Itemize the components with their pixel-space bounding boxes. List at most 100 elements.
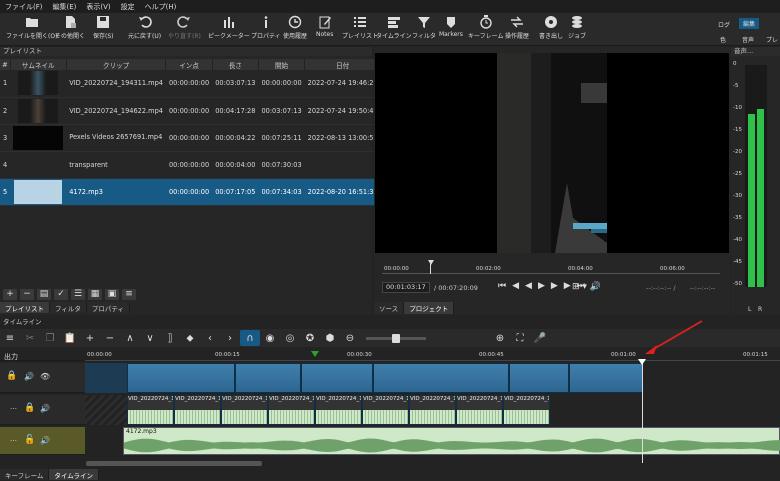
zoom-fit-icon[interactable]: ⛶: [510, 330, 530, 346]
list-view-icon[interactable]: ☰: [71, 288, 85, 300]
track-header-v1[interactable]: … 🔒 🔊: [0, 395, 85, 425]
timeline-clip[interactable]: [509, 363, 569, 393]
timeline-clip[interactable]: [127, 363, 235, 393]
open-other-button[interactable]: その他開く: [55, 15, 85, 45]
layout-log[interactable]: ログ: [718, 20, 730, 29]
mute-icon[interactable]: 🔊: [24, 372, 34, 381]
record-audio-icon[interactable]: 🎤: [530, 330, 550, 346]
open-file-button[interactable]: ファイルを開く(O): [6, 15, 57, 45]
timeline-clip[interactable]: VID_20220724_194: [315, 395, 362, 425]
timeline-clip[interactable]: VID_20220724_194: [409, 395, 456, 425]
tab-source[interactable]: ソース: [374, 302, 405, 314]
history-button[interactable]: 使用履歴: [283, 15, 307, 45]
viewer-playhead[interactable]: [428, 260, 434, 265]
video-preview[interactable]: [375, 53, 729, 253]
cut-icon[interactable]: ✂: [20, 330, 40, 346]
jobs-button[interactable]: ジョブ: [568, 15, 586, 45]
markers-button[interactable]: Markers: [439, 15, 463, 45]
timeline-clip[interactable]: VID_20220724_1943: [268, 395, 315, 425]
col-in[interactable]: イン点: [165, 59, 213, 70]
col-number[interactable]: #: [0, 59, 11, 70]
timeline-playhead[interactable]: [642, 361, 643, 463]
col-start[interactable]: 開始: [258, 59, 306, 70]
split-icon[interactable]: ⟧: [160, 330, 180, 346]
tab-project[interactable]: プロジェクト: [404, 302, 455, 314]
audio-clip[interactable]: 4172.mp3: [123, 427, 780, 455]
zoom-out-icon[interactable]: ⊖: [340, 330, 360, 346]
mute-icon[interactable]: 🔊: [40, 404, 50, 413]
mute-icon[interactable]: 🔊: [40, 436, 50, 445]
tab-playlist[interactable]: プレイリスト: [0, 302, 50, 313]
scrub-icon[interactable]: ◉: [260, 330, 280, 346]
eye-icon[interactable]: 👁: [40, 372, 50, 381]
timeline-clip[interactable]: [301, 363, 373, 393]
track-header-a1[interactable]: … 🔓 🔊: [0, 427, 85, 455]
col-date[interactable]: 日付: [304, 59, 382, 70]
peak-meter-button[interactable]: ピークメーター: [208, 15, 250, 45]
layout-audio[interactable]: 音声: [742, 35, 754, 44]
horizontal-scrollbar[interactable]: [86, 461, 262, 466]
grid-view-icon[interactable]: ▦: [88, 288, 102, 300]
snap-icon[interactable]: ∩: [240, 330, 260, 346]
timeline-clip[interactable]: VID_20220724_1943: [503, 395, 550, 425]
tab-filters[interactable]: フィルタ: [50, 302, 87, 313]
timeline-clip[interactable]: VID_20220724_194: [362, 395, 409, 425]
viewer-ruler[interactable]: 00:00:00 00:02:00 00:04:00 00:06:00: [382, 260, 720, 274]
timeline-clip[interactable]: VID_20220724_1943: [221, 395, 268, 425]
menu-help[interactable]: ヘルプ(H): [140, 2, 182, 12]
table-row[interactable]: 4 transparent 00:00:00:00 00:00:04:00 00…: [0, 151, 381, 179]
table-row-selected[interactable]: 5 4172.mp3 00:00:00:00 00:07:17:05 00:07…: [0, 178, 381, 206]
tiles-view-icon[interactable]: ▣: [105, 288, 119, 300]
lock-icon[interactable]: 🔒: [6, 371, 17, 381]
layout-edit[interactable]: 編集: [739, 18, 760, 29]
check-icon[interactable]: ✓: [54, 288, 68, 300]
col-duration[interactable]: 長さ: [212, 59, 259, 70]
in-point-field[interactable]: --:--:--:-- /: [646, 284, 676, 292]
properties-button[interactable]: プロパティ: [251, 15, 281, 45]
timeline-clip[interactable]: VID_20220724_194: [174, 395, 221, 425]
timeline-clip[interactable]: [569, 363, 643, 393]
tab-properties[interactable]: プロパティ: [86, 302, 130, 313]
lock-icon[interactable]: 🔒: [24, 403, 35, 413]
ripple-icon[interactable]: ◎: [280, 330, 300, 346]
previous-marker-icon[interactable]: ‹: [200, 330, 220, 346]
col-thumbnail[interactable]: サムネイル: [10, 59, 67, 70]
overwrite-icon[interactable]: ∨: [140, 330, 160, 346]
lock-icon[interactable]: 🔓: [24, 435, 35, 445]
menu-icon[interactable]: ≡: [0, 330, 20, 346]
add-icon[interactable]: +: [3, 288, 17, 300]
playlist-button[interactable]: プレイリスト: [342, 15, 378, 45]
update-icon[interactable]: ▤: [37, 288, 51, 300]
menu-icon[interactable]: ≡: [122, 288, 136, 300]
duration-field[interactable]: --:--:--:--: [690, 284, 715, 292]
zoom-slider[interactable]: [366, 333, 426, 343]
notes-button[interactable]: Notes: [316, 15, 333, 45]
col-clip[interactable]: クリップ: [66, 59, 167, 70]
menu-file[interactable]: ファイル(F): [0, 2, 48, 12]
jobs-history-button[interactable]: 操作履歴: [505, 15, 529, 45]
paste-icon[interactable]: 📋: [60, 330, 80, 346]
current-timecode[interactable]: 00:01:03:17: [382, 282, 430, 293]
keyframes-button[interactable]: キーフレーム: [468, 15, 503, 45]
table-row[interactable]: 3 Pexels Videos 2657691.mp4 00:00:00:00 …: [0, 124, 381, 152]
tab-timeline[interactable]: タイムライン: [49, 469, 99, 480]
ripple-all-icon[interactable]: ✪: [300, 330, 320, 346]
table-row[interactable]: 2 VID_20220724_194622.mp4 00:00:00:00 00…: [0, 97, 381, 125]
zoom-in-icon[interactable]: ⊕: [490, 330, 510, 346]
menu-view[interactable]: 表示(V): [81, 2, 115, 12]
table-row[interactable]: 1 VID_20220724_194311.mp4 00:00:00:00 00…: [0, 70, 381, 98]
redo-button[interactable]: やり直す(R): [168, 15, 201, 45]
playhead-handle[interactable]: [638, 359, 646, 365]
green-marker[interactable]: [311, 351, 319, 357]
marker-icon[interactable]: ⬥: [180, 330, 200, 346]
append-icon[interactable]: +: [80, 330, 100, 346]
lift-icon[interactable]: ∧: [120, 330, 140, 346]
grid-icon[interactable]: ⊞ ▾ 🔊: [572, 282, 601, 292]
timeline-button[interactable]: タイムライン: [376, 15, 412, 45]
remove-icon[interactable]: −: [20, 288, 34, 300]
timeline-clip[interactable]: [373, 363, 509, 393]
timeline-clip[interactable]: VID_20220724_194: [127, 395, 174, 425]
copy-icon[interactable]: ❐: [40, 330, 60, 346]
tab-keyframes[interactable]: キーフレーム: [0, 469, 50, 480]
layout-color[interactable]: 色: [720, 35, 726, 44]
